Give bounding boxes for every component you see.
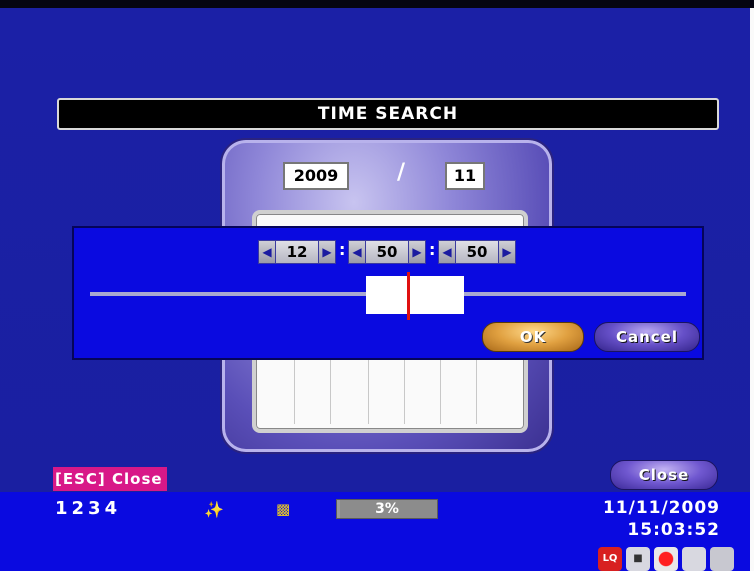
minute-spinner: ◀ 50 ▶ xyxy=(348,240,426,264)
alarm-icon: ✨ xyxy=(204,500,224,519)
time-separator: : xyxy=(339,240,346,259)
second-value[interactable]: 50 xyxy=(456,240,498,264)
second-increment-icon[interactable]: ▶ xyxy=(498,240,516,264)
lq-icon[interactable]: LQ xyxy=(598,547,622,571)
minute-increment-icon[interactable]: ▶ xyxy=(408,240,426,264)
year-field[interactable]: 2009 xyxy=(283,162,349,190)
right-edge xyxy=(750,8,754,571)
display-icon[interactable]: ■ xyxy=(626,547,650,571)
speaker-icon[interactable] xyxy=(710,547,734,571)
monitor-icon[interactable] xyxy=(682,547,706,571)
channel-indicators[interactable]: 1234 xyxy=(55,498,121,519)
time-picker-panel: ◀ 12 ▶ : ◀ 50 ▶ : ◀ 50 ▶ OK Cancel xyxy=(72,226,704,360)
top-strip xyxy=(0,0,754,8)
month-field[interactable]: 11 xyxy=(445,162,485,190)
date-display: 11/11/2009 xyxy=(602,498,720,518)
minute-decrement-icon[interactable]: ◀ xyxy=(348,240,366,264)
hour-decrement-icon[interactable]: ◀ xyxy=(258,240,276,264)
second-decrement-icon[interactable]: ◀ xyxy=(438,240,456,264)
copy-icon: ▩ xyxy=(276,500,291,518)
hour-value[interactable]: 12 xyxy=(276,240,318,264)
system-tray: LQ ■ xyxy=(598,547,734,571)
progress-bar: 3% xyxy=(336,499,438,519)
time-display: 15:03:52 xyxy=(627,520,720,540)
progress-text: 3% xyxy=(375,501,399,517)
hour-increment-icon[interactable]: ▶ xyxy=(318,240,336,264)
progress-fill xyxy=(337,500,340,518)
cancel-button[interactable]: Cancel xyxy=(594,322,700,352)
esc-close-button[interactable]: [ESC] Close xyxy=(53,467,167,491)
date-separator: / xyxy=(397,160,406,185)
time-separator: : xyxy=(429,240,436,259)
ok-button[interactable]: OK xyxy=(482,322,584,352)
time-slider-handle[interactable] xyxy=(366,276,464,314)
dvr-screen: TIME SEARCH 2009 / 11 29 30 ◀ 12 ▶ : ◀ xyxy=(0,0,754,571)
minute-value[interactable]: 50 xyxy=(366,240,408,264)
hour-spinner: ◀ 12 ▶ xyxy=(258,240,336,264)
second-spinner: ◀ 50 ▶ xyxy=(438,240,516,264)
close-button[interactable]: Close xyxy=(610,460,718,490)
time-cursor[interactable] xyxy=(407,272,410,320)
record-icon[interactable] xyxy=(654,547,678,571)
page-title: TIME SEARCH xyxy=(57,98,719,130)
